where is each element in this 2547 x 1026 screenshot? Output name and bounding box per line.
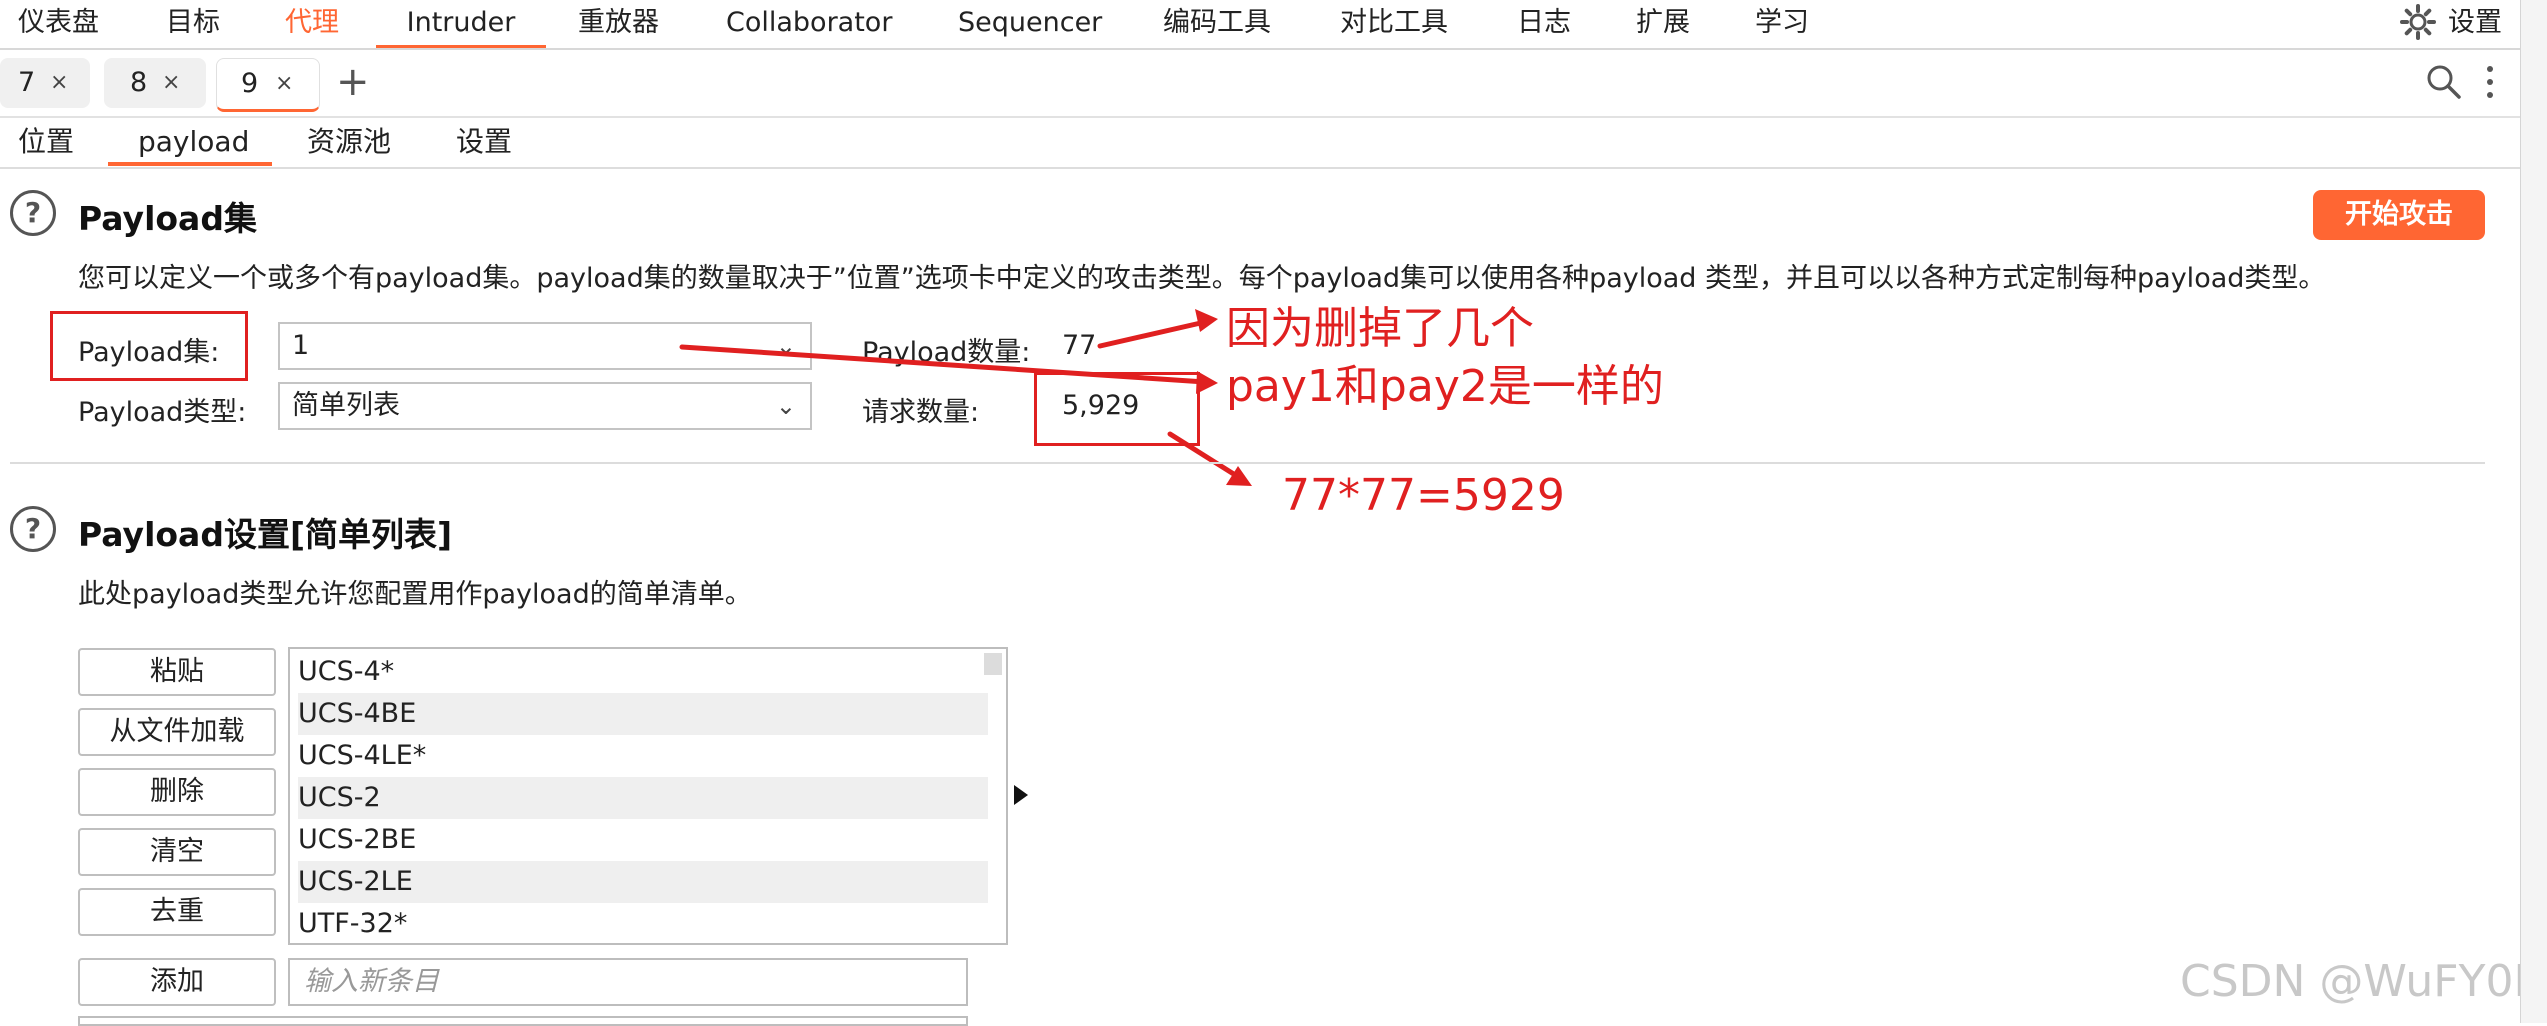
list-item[interactable]: UCS-2 (298, 777, 988, 819)
paste-button[interactable]: 粘贴 (78, 648, 276, 696)
payload-settings-description: 此处payload类型允许您配置用作payload的简单清单。 (78, 579, 752, 610)
list-item[interactable]: UTF-32* (298, 903, 988, 943)
add-button[interactable]: 添加 (78, 958, 276, 1006)
list-item[interactable]: UCS-2LE (298, 861, 988, 903)
adjacent-window-edge (2520, 0, 2547, 1023)
payload-settings-title: Payload设置[简单列表] (78, 515, 453, 554)
watermark: CSDN @WuFY0B (2180, 956, 2544, 1007)
expand-arrow-icon[interactable] (1012, 782, 1030, 808)
deduplicate-button[interactable]: 去重 (78, 888, 276, 936)
annotation-text: 77*77=5929 (1282, 470, 1565, 521)
list-item[interactable]: UCS-2BE (298, 819, 988, 861)
new-item-input[interactable]: 输入新条目 (288, 958, 968, 1006)
load-file-button[interactable]: 从文件加载 (78, 708, 276, 756)
remove-button[interactable]: 删除 (78, 768, 276, 816)
list-item[interactable]: UCS-4* (298, 651, 988, 693)
help-icon[interactable]: ? (10, 506, 56, 552)
next-row-field[interactable] (78, 1016, 968, 1026)
clear-button[interactable]: 清空 (78, 828, 276, 876)
section-divider (10, 462, 2485, 464)
list-item[interactable]: UCS-4BE (298, 693, 988, 735)
annotation-text: 因为删掉了几个 (1226, 303, 1534, 354)
list-item[interactable]: UCS-4LE* (298, 735, 988, 777)
payload-list[interactable]: UCS-4* UCS-4BE UCS-4LE* UCS-2 UCS-2BE UC… (288, 647, 1008, 945)
scrollbar-thumb[interactable] (984, 653, 1002, 675)
annotation-text: pay1和pay2是一样的 (1226, 361, 1664, 412)
